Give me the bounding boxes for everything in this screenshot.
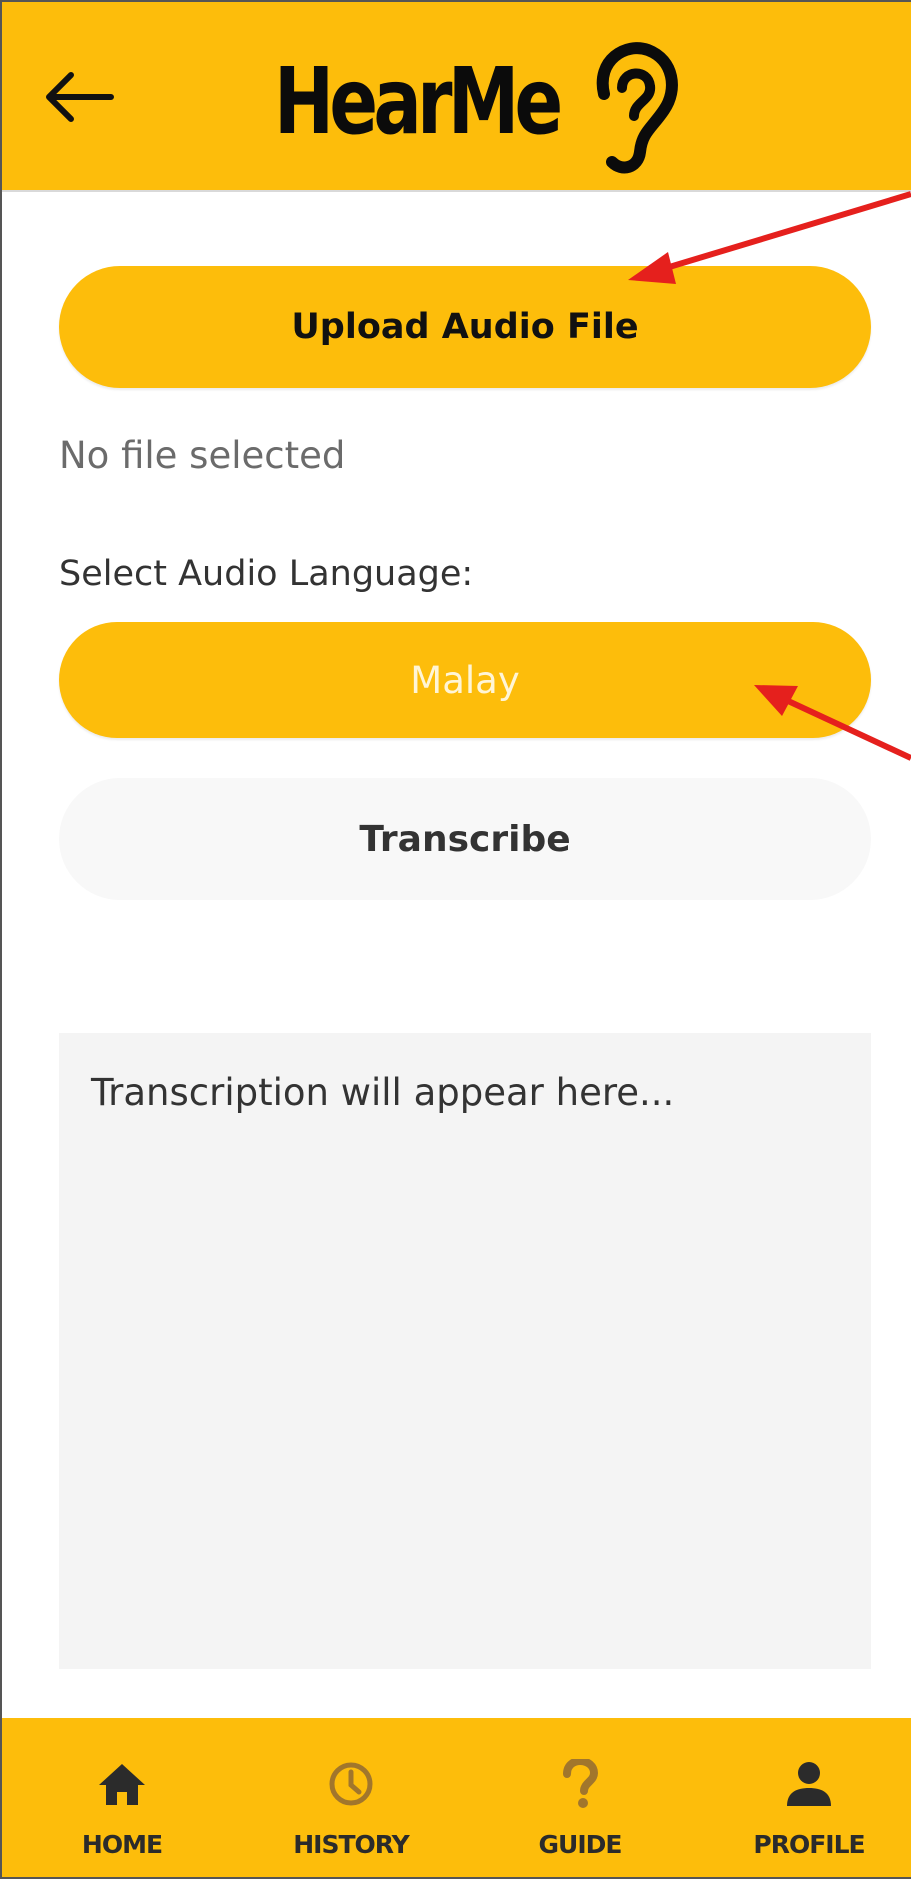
app-logo: HearMe (274, 42, 678, 174)
nav-item-guide[interactable]: GUIDE (500, 1718, 660, 1877)
nav-item-profile[interactable]: PROFILE (729, 1718, 889, 1877)
logo-text: HearMe (274, 48, 563, 155)
language-label: Select Audio Language: (59, 554, 474, 594)
upload-audio-button[interactable]: Upload Audio File (59, 266, 871, 388)
language-select[interactable]: Malay (59, 622, 871, 738)
home-icon (99, 1764, 145, 1805)
nav-item-history[interactable]: HISTORY (271, 1718, 431, 1877)
clock-icon (329, 1762, 373, 1806)
app-header: HearMe (2, 2, 911, 192)
screen: HearMe Upload Audio File No file selecte… (0, 0, 911, 1879)
arrow-left-icon (46, 72, 114, 122)
nav-label-guide: GUIDE (538, 1830, 623, 1859)
transcribe-button[interactable]: Transcribe (59, 778, 871, 900)
nav-label-history: HISTORY (293, 1830, 410, 1859)
back-button[interactable] (38, 57, 122, 137)
nav-label-profile: PROFILE (753, 1830, 865, 1859)
ear-icon (596, 42, 678, 174)
transcription-output[interactable]: Transcription will appear here... (59, 1033, 871, 1669)
nav-label-home: HOME (81, 1830, 163, 1859)
nav-item-home[interactable]: HOME (42, 1718, 202, 1877)
user-icon (787, 1762, 831, 1806)
file-status-text: No file selected (59, 434, 346, 477)
question-icon (563, 1759, 598, 1808)
bottom-navigation: HOME HISTORY GUIDE PROFILE (2, 1718, 911, 1877)
